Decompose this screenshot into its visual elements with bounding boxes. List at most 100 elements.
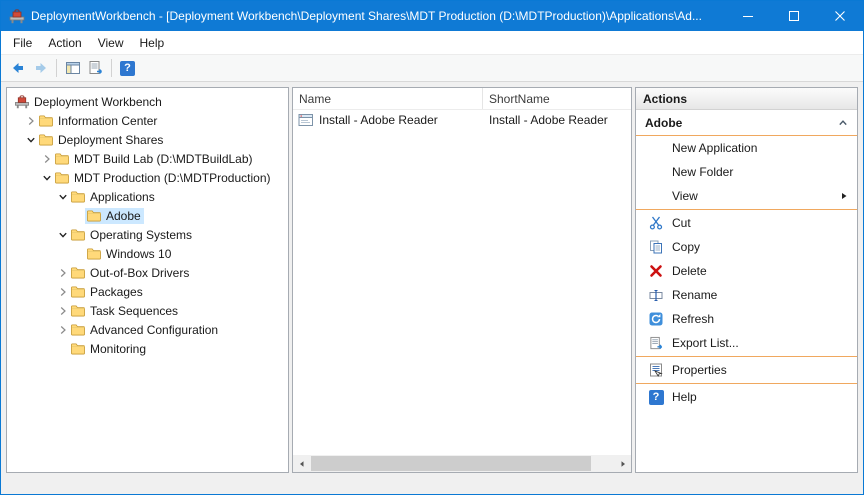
action-label: Export List... bbox=[672, 336, 739, 350]
back-icon bbox=[10, 60, 26, 76]
tree-item-advanced-configuration[interactable]: Advanced Configuration bbox=[7, 320, 288, 339]
chevron-blank bbox=[57, 343, 69, 355]
blank-icon bbox=[648, 164, 664, 180]
rename-icon bbox=[648, 287, 664, 303]
menu-view[interactable]: View bbox=[90, 33, 132, 53]
folder-icon bbox=[54, 152, 70, 165]
maximize-button[interactable] bbox=[771, 1, 817, 31]
app-icon bbox=[9, 8, 25, 24]
chevron-collapsed-icon[interactable] bbox=[41, 153, 53, 165]
action-cut[interactable]: Cut bbox=[636, 211, 857, 235]
cut-icon bbox=[648, 215, 664, 231]
tree-item-task-sequences[interactable]: Task Sequences bbox=[7, 301, 288, 320]
tree-item-packages[interactable]: Packages bbox=[7, 282, 288, 301]
folder-icon bbox=[38, 114, 54, 127]
tree-item-operating-systems[interactable]: Operating Systems bbox=[7, 225, 288, 244]
chevron-collapsed-icon[interactable] bbox=[57, 305, 69, 317]
action-help[interactable]: ? Help bbox=[636, 385, 857, 409]
action-label: Copy bbox=[672, 240, 700, 254]
hscroll-right-button[interactable] bbox=[614, 455, 631, 472]
tree-item-mdt-production[interactable]: MDT Production (D:\MDTProduction) bbox=[7, 168, 288, 187]
actions-separator bbox=[636, 383, 857, 384]
action-label: Delete bbox=[672, 264, 707, 278]
chevron-expanded-icon[interactable] bbox=[25, 134, 37, 146]
toolbar-back-button[interactable] bbox=[6, 57, 29, 80]
action-properties[interactable]: Properties bbox=[636, 358, 857, 382]
actions-pane-title: Actions bbox=[636, 88, 857, 110]
close-icon bbox=[835, 11, 845, 21]
action-refresh[interactable]: Refresh bbox=[636, 307, 857, 331]
chevron-expanded-icon[interactable] bbox=[41, 172, 53, 184]
tree-item-deployment-workbench[interactable]: Deployment Workbench bbox=[7, 92, 288, 111]
list-body: Install - Adobe Reader Install - Adobe R… bbox=[293, 110, 631, 455]
show-hide-console-tree-icon bbox=[65, 60, 81, 76]
action-export-list[interactable]: Export List... bbox=[636, 331, 857, 355]
workbench-icon bbox=[14, 94, 30, 109]
menu-file[interactable]: File bbox=[5, 33, 40, 53]
collapse-chevron-icon[interactable] bbox=[838, 118, 848, 128]
list-row-install-adobe-reader[interactable]: Install - Adobe Reader Install - Adobe R… bbox=[293, 110, 631, 130]
chevron-collapsed-icon[interactable] bbox=[57, 286, 69, 298]
folder-icon bbox=[70, 266, 86, 279]
app-window: DeploymentWorkbench - [Deployment Workbe… bbox=[0, 0, 864, 495]
action-label: Help bbox=[672, 390, 697, 404]
column-header-name[interactable]: Name bbox=[293, 88, 483, 109]
properties-icon bbox=[648, 362, 664, 378]
chevron-expanded-icon[interactable] bbox=[57, 229, 69, 241]
action-label: Rename bbox=[672, 288, 717, 302]
folder-icon bbox=[70, 323, 86, 336]
hscroll-track[interactable] bbox=[310, 455, 614, 472]
hscroll-left-button[interactable] bbox=[293, 455, 310, 472]
refresh-icon bbox=[648, 311, 664, 327]
main-area: Deployment Workbench Information Center … bbox=[1, 82, 863, 475]
action-new-application[interactable]: New Application bbox=[636, 136, 857, 160]
scroll-right-icon bbox=[619, 460, 627, 468]
folder-icon bbox=[70, 190, 86, 203]
tree-item-adobe[interactable]: Adobe bbox=[7, 206, 288, 225]
column-header-shortname[interactable]: ShortName bbox=[483, 88, 631, 109]
tree-item-monitoring[interactable]: Monitoring bbox=[7, 339, 288, 358]
folder-icon bbox=[86, 247, 102, 260]
forward-icon bbox=[33, 60, 49, 76]
tree-item-out-of-box-drivers[interactable]: Out-of-Box Drivers bbox=[7, 263, 288, 282]
tree-item-label: Deployment Shares bbox=[58, 133, 163, 147]
action-new-folder[interactable]: New Folder bbox=[636, 160, 857, 184]
action-rename[interactable]: Rename bbox=[636, 283, 857, 307]
window-title: DeploymentWorkbench - [Deployment Workbe… bbox=[31, 9, 725, 23]
tree-item-applications[interactable]: Applications bbox=[7, 187, 288, 206]
scroll-left-icon bbox=[298, 460, 306, 468]
action-copy[interactable]: Copy bbox=[636, 235, 857, 259]
menu-action[interactable]: Action bbox=[40, 33, 89, 53]
chevron-blank bbox=[73, 248, 85, 260]
chevron-collapsed-icon[interactable] bbox=[57, 267, 69, 279]
action-label: Cut bbox=[672, 216, 691, 230]
horizontal-scrollbar bbox=[293, 455, 631, 472]
tree-item-deployment-shares[interactable]: Deployment Shares bbox=[7, 130, 288, 149]
list-header: Name ShortName bbox=[293, 88, 631, 110]
chevron-collapsed-icon[interactable] bbox=[25, 115, 37, 127]
menu-help[interactable]: Help bbox=[132, 33, 173, 53]
list-cell-shortname: Install - Adobe Reader bbox=[483, 113, 631, 127]
tree-item-mdt-build-lab[interactable]: MDT Build Lab (D:\MDTBuildLab) bbox=[7, 149, 288, 168]
action-label: New Folder bbox=[672, 165, 733, 179]
folder-icon bbox=[54, 171, 70, 184]
toolbar-forward-button[interactable] bbox=[29, 57, 52, 80]
tree-item-label: Windows 10 bbox=[106, 247, 171, 261]
chevron-expanded-icon[interactable] bbox=[57, 191, 69, 203]
chevron-collapsed-icon[interactable] bbox=[57, 324, 69, 336]
tree-item-windows-10[interactable]: Windows 10 bbox=[7, 244, 288, 263]
tree-item-label: Out-of-Box Drivers bbox=[90, 266, 189, 280]
toolbar-export-list-button[interactable] bbox=[84, 57, 107, 80]
export-list-icon bbox=[648, 335, 664, 351]
toolbar-console-tree-button[interactable] bbox=[61, 57, 84, 80]
minimize-button[interactable] bbox=[725, 1, 771, 31]
menubar: File Action View Help bbox=[1, 31, 863, 54]
toolbar-help-button[interactable]: ? bbox=[116, 57, 139, 80]
actions-group-header[interactable]: Adobe bbox=[636, 110, 857, 136]
tree-item-information-center[interactable]: Information Center bbox=[7, 111, 288, 130]
action-delete[interactable]: Delete bbox=[636, 259, 857, 283]
close-button[interactable] bbox=[817, 1, 863, 31]
submenu-arrow-icon bbox=[840, 192, 848, 200]
hscroll-thumb[interactable] bbox=[311, 456, 591, 471]
action-view[interactable]: View bbox=[636, 184, 857, 208]
